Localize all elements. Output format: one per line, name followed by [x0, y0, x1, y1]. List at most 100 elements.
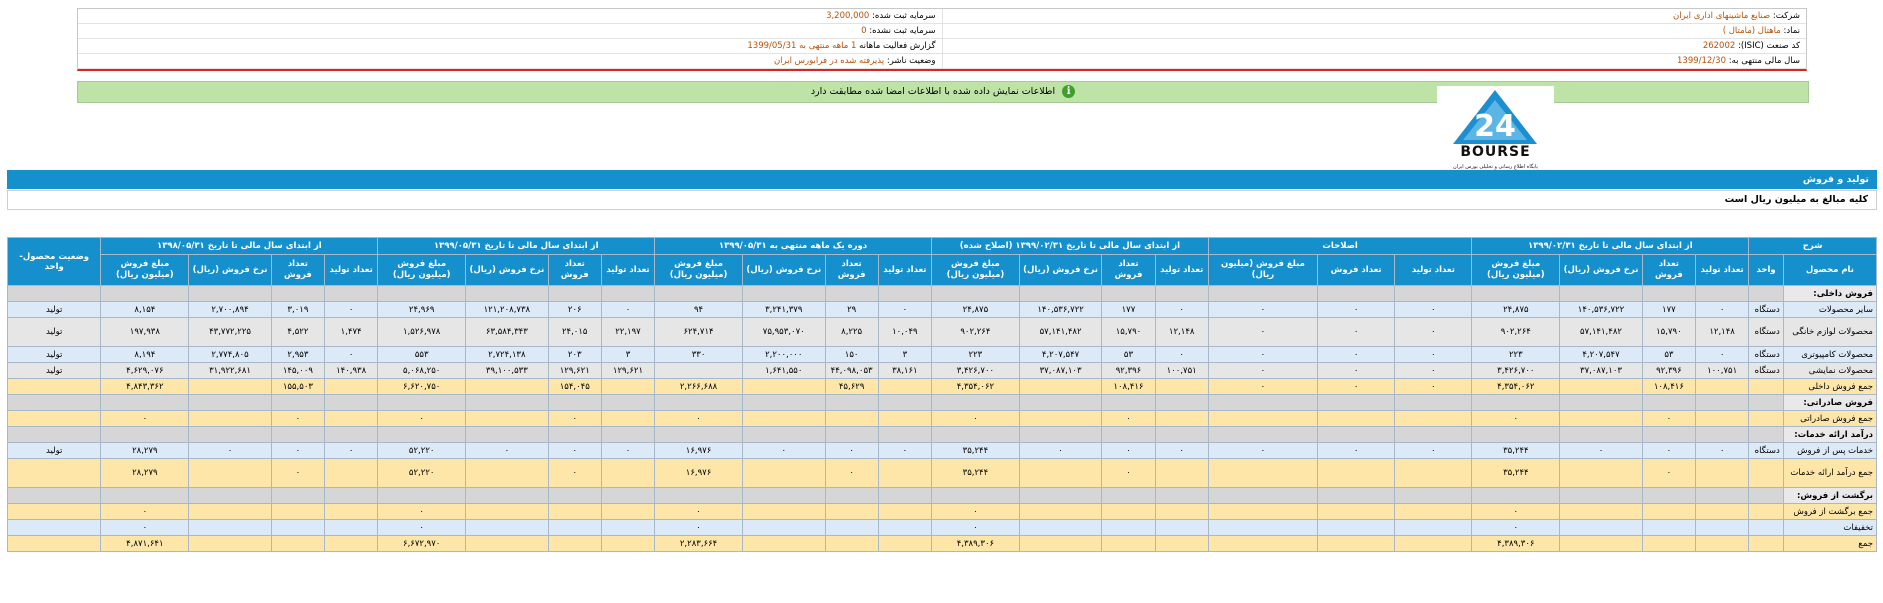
info-value[interactable]: 3,200,000	[826, 11, 869, 21]
value-cell	[1559, 410, 1643, 427]
value-cell	[600, 410, 656, 427]
empty-cell	[930, 487, 1020, 504]
col-header: تعداد فروش	[824, 254, 879, 286]
bourse-logo[interactable]: 24 BOURSE پایگاه اطلاع رسانی و تحلیلی بو…	[1437, 86, 1554, 181]
empty-cell	[188, 426, 272, 443]
value-cell	[1018, 410, 1103, 427]
value-cell	[1694, 535, 1750, 552]
col-header: مبلغ فروش (میلیون ریال)	[377, 254, 467, 286]
value-cell	[1207, 503, 1319, 520]
value-cell: ۶۲۴,۷۱۴	[654, 317, 743, 347]
empty-cell	[1316, 285, 1396, 302]
status-cell	[6, 503, 102, 520]
logo-brand: BOURSE	[1460, 144, 1531, 160]
unit-cell	[1748, 458, 1784, 488]
empty-cell	[324, 394, 379, 411]
value-cell: ۰	[465, 442, 549, 459]
info-value[interactable]: پذیرفته شده در فرابورس ایران	[774, 56, 884, 66]
value-cell: ۰	[1207, 378, 1319, 395]
empty-cell	[6, 285, 102, 302]
empty-cell	[188, 285, 272, 302]
value-cell: ۱۲۹,۶۲۱	[547, 362, 602, 379]
empty-cell	[100, 285, 190, 302]
empty-cell	[877, 487, 932, 504]
empty-cell	[377, 487, 467, 504]
empty-cell	[100, 487, 190, 504]
status-cell: تولید	[6, 301, 102, 318]
value-cell: ۲۰۳	[547, 346, 602, 363]
value-cell: ۱۵۵,۵۰۳	[270, 378, 326, 395]
unit-cell: دستگاه	[1748, 346, 1784, 363]
value-cell	[877, 410, 932, 427]
value-cell: ۳۳۰	[654, 346, 743, 363]
info-value[interactable]: ماهتال (مامتال )	[1723, 26, 1781, 36]
group-header: از ابتدای سال مالی تا تاریخ ۱۳۹۹/۰۲/۳۱	[1471, 237, 1750, 255]
value-cell: ۴,۸۴۳,۳۶۲	[100, 378, 190, 395]
value-cell: ۲۴,۸۷۵	[1471, 301, 1561, 318]
empty-cell	[654, 394, 743, 411]
value-cell	[600, 503, 656, 520]
value-cell	[742, 503, 826, 520]
col-header-unit: واحد	[1748, 254, 1784, 286]
value-cell	[600, 535, 656, 552]
value-cell: ۱۲۱,۲۰۸,۷۳۸	[465, 301, 549, 318]
value-cell: ۹۲,۳۹۶	[1641, 362, 1697, 379]
empty-cell	[654, 426, 743, 443]
value-cell	[465, 458, 549, 488]
group-header: اصلاحات	[1207, 237, 1473, 255]
value-cell: ۷۵,۹۵۳,۰۷۰	[742, 317, 826, 347]
value-cell: ۱۶,۹۷۶	[654, 458, 743, 488]
empty-cell	[1154, 426, 1209, 443]
col-header: تعداد فروش	[1641, 254, 1697, 286]
header-row: نماد: ماهتال (مامتال ) سرمایه ثبت نشده: 0	[78, 23, 1806, 39]
value-cell	[600, 519, 656, 536]
value-cell	[270, 503, 326, 520]
value-cell: ۰	[877, 301, 932, 318]
product-name: محصولات لوازم خانگی	[1782, 317, 1878, 347]
product-name: جمع فروش داخلی	[1782, 378, 1878, 395]
value-cell: ۰	[1641, 442, 1697, 459]
info-value[interactable]: صنایع ماشینهای اداری ایران	[1673, 11, 1770, 21]
empty-cell	[1316, 487, 1396, 504]
value-cell: ۱۰۰,۷۵۱	[1154, 362, 1209, 379]
empty-cell	[742, 394, 826, 411]
section-label: درآمد ارائه خدمات:	[1782, 426, 1878, 443]
value-cell: ۰	[1641, 410, 1697, 427]
value-cell: ۰	[270, 442, 326, 459]
unit-cell	[1748, 503, 1784, 520]
value-cell: ۱۰۸,۴۱۶	[1101, 378, 1156, 395]
value-cell	[1207, 519, 1319, 536]
col-header: تعداد تولید	[600, 254, 656, 286]
value-cell	[188, 503, 272, 520]
value-cell: ۲,۲۸۳,۶۶۴	[654, 535, 743, 552]
info-value[interactable]: 262002	[1703, 41, 1735, 51]
info-label: شرکت:	[1770, 11, 1800, 21]
section-title: تولید و فروش	[7, 170, 1877, 189]
value-cell	[742, 458, 826, 488]
col-header: تعداد فروش	[547, 254, 602, 286]
info-value[interactable]: 1 ماهه منتهی به 1399/05/31	[747, 41, 856, 51]
group-header: از ابتدای سال مالی تا تاریخ ۱۳۹۹/۰۲/۳۱ (…	[930, 237, 1209, 255]
table-row: جمع درآمد ارائه خدمات ۰ ۳۵,۲۴۴ ۰ ۳۵,۲۴۴ ۰ ۱۶,۹…	[6, 458, 1878, 488]
value-cell: ۱۷۷	[1641, 301, 1697, 318]
value-cell	[742, 410, 826, 427]
value-cell: ۰	[1559, 442, 1643, 459]
value-cell: ۳,۲۴۱,۳۷۹	[742, 301, 826, 318]
value-cell: ۳,۰۱۹	[270, 301, 326, 318]
empty-cell	[324, 285, 379, 302]
product-name: خدمات پس از فروش	[1782, 442, 1878, 459]
status-cell	[6, 458, 102, 488]
company-info-cell: نماد: ماهتال (مامتال )	[942, 23, 1806, 39]
value-cell: ۱۲۹,۶۲۱	[600, 362, 656, 379]
info-label: وضعیت ناشر:	[884, 56, 936, 66]
value-cell	[1207, 458, 1319, 488]
value-cell	[1316, 519, 1396, 536]
unit-cell: دستگاه	[1748, 301, 1784, 318]
value-cell: ۳۸,۱۶۱	[877, 362, 932, 379]
value-cell	[1694, 410, 1750, 427]
empty-cell	[1154, 394, 1209, 411]
value-cell	[188, 378, 272, 395]
value-cell: ۱۴۵,۰۰۹	[270, 362, 326, 379]
info-value[interactable]: 1399/12/30	[1677, 56, 1726, 66]
value-cell	[1154, 503, 1209, 520]
